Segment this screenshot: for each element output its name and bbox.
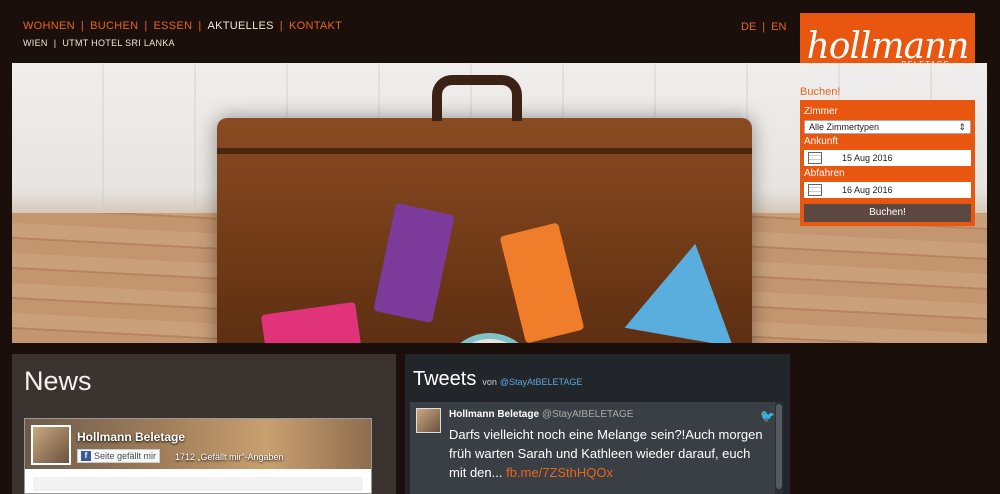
scrollbar-thumb[interactable] — [776, 404, 782, 489]
facebook-like-button[interactable]: f Seite gefällt mir — [77, 449, 161, 463]
news-section: News Hollmann Beletage f Seite gefällt m… — [12, 354, 396, 494]
language-separator: | — [762, 21, 766, 33]
tweet-author[interactable]: Hollmann Beletage — [449, 409, 539, 420]
nav-item-utmt-hotel[interactable]: UTMT HOTEL SRI LANKA — [62, 38, 175, 48]
departure-date-value: 16 Aug 2016 — [842, 185, 893, 195]
nav-separator: | — [53, 38, 57, 48]
nav-item-aktuelles[interactable]: AKTUELLES — [207, 20, 273, 32]
calendar-icon[interactable] — [808, 152, 822, 164]
facebook-like-count: 1712 „Gefällt mir“-Angaben — [175, 452, 284, 462]
twitter-bird-icon[interactable]: 🐦 — [760, 409, 775, 423]
suitcase-band — [217, 148, 752, 154]
language-de[interactable]: DE — [741, 21, 756, 33]
arrival-label: Ankunft — [804, 136, 838, 147]
language-switcher: DE | EN — [741, 21, 786, 33]
room-select-value: Alle Zimmertypen — [809, 122, 880, 132]
secondary-nav: WIEN | UTMT HOTEL SRI LANKA — [23, 38, 342, 48]
tweets-title: Tweets — [413, 368, 477, 390]
nav-separator: | — [279, 20, 283, 32]
language-en[interactable]: EN — [771, 21, 786, 33]
nav-item-buchen[interactable]: BUCHEN — [90, 20, 138, 32]
tweet-meta: Hollmann Beletage @StayAtBELETAGE — [449, 409, 633, 420]
arrival-date-value: 15 Aug 2016 — [842, 153, 893, 163]
tweet-author-handle[interactable]: @StayAtBELETAGE — [542, 409, 634, 420]
nav-item-essen[interactable]: ESSEN — [154, 20, 193, 32]
facebook-feed-preview — [33, 477, 363, 491]
nav-separator: | — [80, 20, 85, 32]
facebook-page-widget[interactable]: Hollmann Beletage f Seite gefällt mir 17… — [24, 418, 372, 494]
nav-separator: | — [144, 20, 148, 32]
departure-date-field[interactable]: 16 Aug 2016 — [804, 182, 971, 198]
room-select[interactable]: Alle Zimmertypen ⇕ — [804, 120, 971, 134]
primary-nav: WOHNEN | BUCHEN | ESSEN | AKTUELLES | KO… — [23, 20, 342, 32]
nav-item-kontakt[interactable]: KONTAKT — [289, 20, 342, 32]
booking-widget: Buchen! Zimmer Alle Zimmertypen ⇕ Ankunf… — [800, 86, 975, 226]
room-label: Zimmer — [804, 106, 838, 117]
booking-form: Zimmer Alle Zimmertypen ⇕ Ankunft 15 Aug… — [800, 100, 975, 226]
nav-separator: | — [198, 20, 202, 32]
nav-item-wohnen[interactable]: WOHNEN — [23, 20, 75, 32]
select-arrows-icon: ⇕ — [958, 121, 966, 132]
departure-label: Abfahren — [804, 168, 845, 179]
booking-title: Buchen! — [800, 86, 841, 98]
book-button[interactable]: Buchen! — [804, 204, 971, 222]
tweets-handle-link[interactable]: @StayAtBELETAGE — [500, 377, 583, 387]
blue-triangle-sticker — [624, 234, 750, 343]
tweet-body: Darfs vielleicht noch eine Melange sein?… — [449, 425, 769, 482]
facebook-like-label: Seite gefällt mir — [94, 451, 157, 461]
logo-script: hollmann — [806, 25, 970, 67]
nav-item-wien[interactable]: WIEN — [23, 38, 48, 48]
news-heading: News — [24, 366, 92, 396]
tweets-heading: Tweets von @StayAtBELETAGE — [413, 368, 582, 391]
tweet-link[interactable]: fb.me/7ZSthHQOx — [506, 465, 613, 480]
facebook-page-name[interactable]: Hollmann Beletage — [77, 430, 185, 444]
tweets-section: Tweets von @StayAtBELETAGE Hollmann Bele… — [405, 354, 790, 494]
top-navigation: WOHNEN | BUCHEN | ESSEN | AKTUELLES | KO… — [23, 20, 342, 48]
tweet-card: Hollmann Beletage @StayAtBELETAGE 🐦 Darf… — [410, 402, 783, 494]
arrival-date-field[interactable]: 15 Aug 2016 — [804, 150, 971, 166]
calendar-icon[interactable] — [808, 184, 822, 196]
suitcase-handle — [432, 75, 522, 121]
tweets-by-label: von — [482, 377, 497, 387]
facebook-icon: f — [81, 451, 91, 461]
tweet-scrollbar[interactable] — [775, 402, 783, 494]
facebook-page-thumbnail[interactable] — [31, 425, 71, 465]
tweet-avatar[interactable] — [416, 408, 441, 433]
